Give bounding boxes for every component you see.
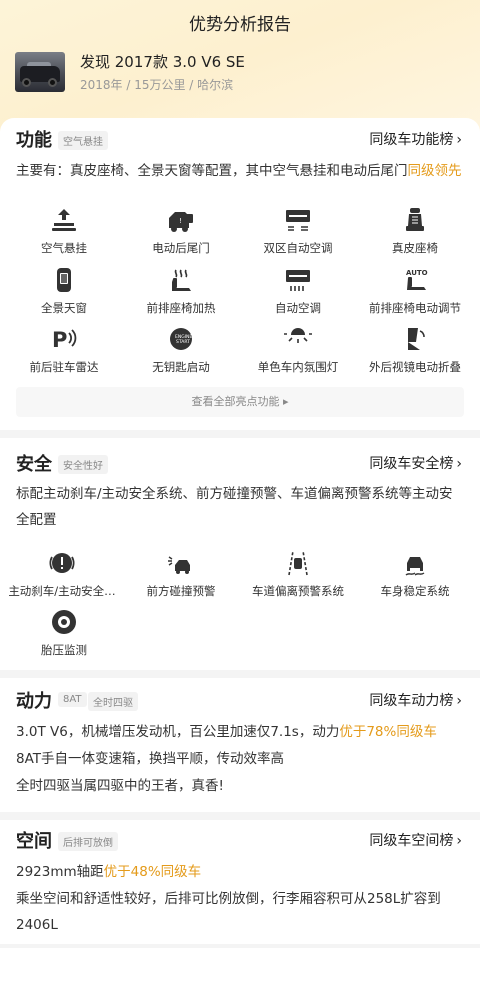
space-tag: 后排可放倒 [58,832,118,851]
function-rank-link[interactable]: 同级车功能榜 › [369,129,462,149]
page-title: 优势分析报告 [189,15,291,35]
function-desc: 主要有：真皮座椅、全景天窗等配置，其中空气悬挂和电动后尾门同级领先 [16,163,462,179]
mirror-fold-icon [408,328,425,350]
ambient-light-icon [284,328,312,343]
svg-text:!: ! [179,217,182,225]
function-section: 功能 空气悬挂 同级车功能榜 › 主要有：真皮座椅、全景天窗等配置，其中空气悬挂和… [0,118,480,430]
air-suspension-icon [52,209,76,231]
feature-auto-ac[interactable]: 自动空调 [238,266,358,316]
section-divider [0,944,480,948]
section-divider [0,670,480,678]
space-line-2: 乘坐空间和舒适性较好，后排可比例放倒，行李厢容积可从258L扩容到2406L [16,891,441,933]
feature-stability-control[interactable]: 车身稳定系统 [355,549,475,599]
chevron-right-icon: › [456,132,462,148]
active-brake-icon [49,553,75,573]
feature-seat-heating[interactable]: 前排座椅加热 [121,266,241,316]
feature-power-seat[interactable]: AUTO 前排座椅电动调节 [355,266,475,316]
dual-zone-ac-icon [286,210,310,231]
power-tailgate-icon: ! [169,212,193,232]
svg-text:START: START [176,339,190,345]
section-divider [0,430,480,438]
safety-tag: 安全性好 [58,455,108,474]
car-meta: 2018年 / 15万公里 / 哈尔滨 [80,78,234,92]
keyless-start-icon: ENGINESTART [170,328,192,350]
triangle-right-icon: ▸ [282,395,289,408]
space-rank-link[interactable]: 同级车空间榜 › [369,830,462,850]
function-title: 功能 [16,130,52,151]
space-line-1: 2923mm轴距优于48%同级车 [16,864,202,880]
auto-ac-icon [286,270,310,291]
tire-pressure-icon [52,610,76,634]
power-line-1: 3.0T V6，机械增压发动机，百公里加速仅7.1s，动力优于78%同级车 [16,724,437,740]
svg-text:P: P [52,328,67,352]
feature-ambient-light[interactable]: 单色车内氛围灯 [238,325,358,375]
feature-collision-warning[interactable]: 前方碰撞预警 [121,549,241,599]
feature-power-tailgate[interactable]: ! 电动后尾门 [121,206,241,256]
safety-title: 安全 [16,454,52,475]
feature-panoramic-sunroof[interactable]: 全景天窗 [4,266,124,316]
collision-warning-icon [168,556,190,574]
power-section: 动力 8AT 全时四驱 同级车动力榜 › 3.0T V6，机械增压发动机，百公里加… [0,678,480,808]
power-tag-drivetrain: 全时四驱 [88,692,138,711]
power-rank-link[interactable]: 同级车动力榜 › [369,690,462,710]
view-all-features-button[interactable]: 查看全部亮点功能 ▸ [16,387,464,417]
feature-lane-departure[interactable]: 车道偏离预警系统 [238,549,358,599]
power-title: 动力 [16,691,52,712]
parking-radar-icon: P [52,328,77,352]
feature-tire-pressure[interactable]: 胎压监测 [4,608,124,658]
power-tag-transmission: 8AT [58,692,87,707]
section-divider [0,812,480,820]
panoramic-sunroof-icon [57,268,71,292]
chevron-right-icon: › [456,456,462,472]
feature-air-suspension[interactable]: 空气悬挂 [4,206,124,256]
function-tag: 空气悬挂 [58,131,108,150]
safety-section: 安全 安全性好 同级车安全榜 › 标配主动刹车/主动安全系统、前方碰撞预警、车道偏… [0,438,480,668]
lane-departure-icon [288,550,308,576]
chevron-right-icon: › [456,833,462,849]
power-seat-icon: AUTO [406,269,428,290]
space-title: 空间 [16,831,52,852]
car-thumbnail[interactable] [15,52,65,92]
seat-heating-icon [172,269,191,291]
safety-desc: 标配主动刹车/主动安全系统、前方碰撞预警、车道偏离预警系统等主动安全配置 [16,486,453,528]
svg-text:AUTO: AUTO [406,269,428,277]
power-line-3: 全时四驱当属四驱中的王者，真香! [16,778,224,794]
chevron-right-icon: › [456,693,462,709]
feature-mirror-fold[interactable]: 外后视镜电动折叠 [355,325,475,375]
feature-leather-seat[interactable]: 真皮座椅 [355,206,475,256]
space-section: 空间 后排可放倒 同级车空间榜 › 2923mm轴距优于48%同级车 乘坐空间和舒… [0,820,480,940]
car-name: 发现 2017款 3.0 V6 SE [80,53,245,71]
feature-dual-zone-ac[interactable]: 双区自动空调 [238,206,358,256]
power-line-2: 8AT手自一体变速箱，换挡平顺，传动效率高 [16,751,285,767]
feature-keyless-start[interactable]: ENGINE START 无钥匙启动 [121,325,241,375]
leather-seat-icon [406,208,424,231]
feature-parking-radar[interactable]: P 前后驻车雷达 [4,325,124,375]
safety-rank-link[interactable]: 同级车安全榜 › [369,453,462,473]
feature-active-brake[interactable]: 主动刹车/主动安全… [2,549,122,599]
stability-control-icon [405,557,425,576]
